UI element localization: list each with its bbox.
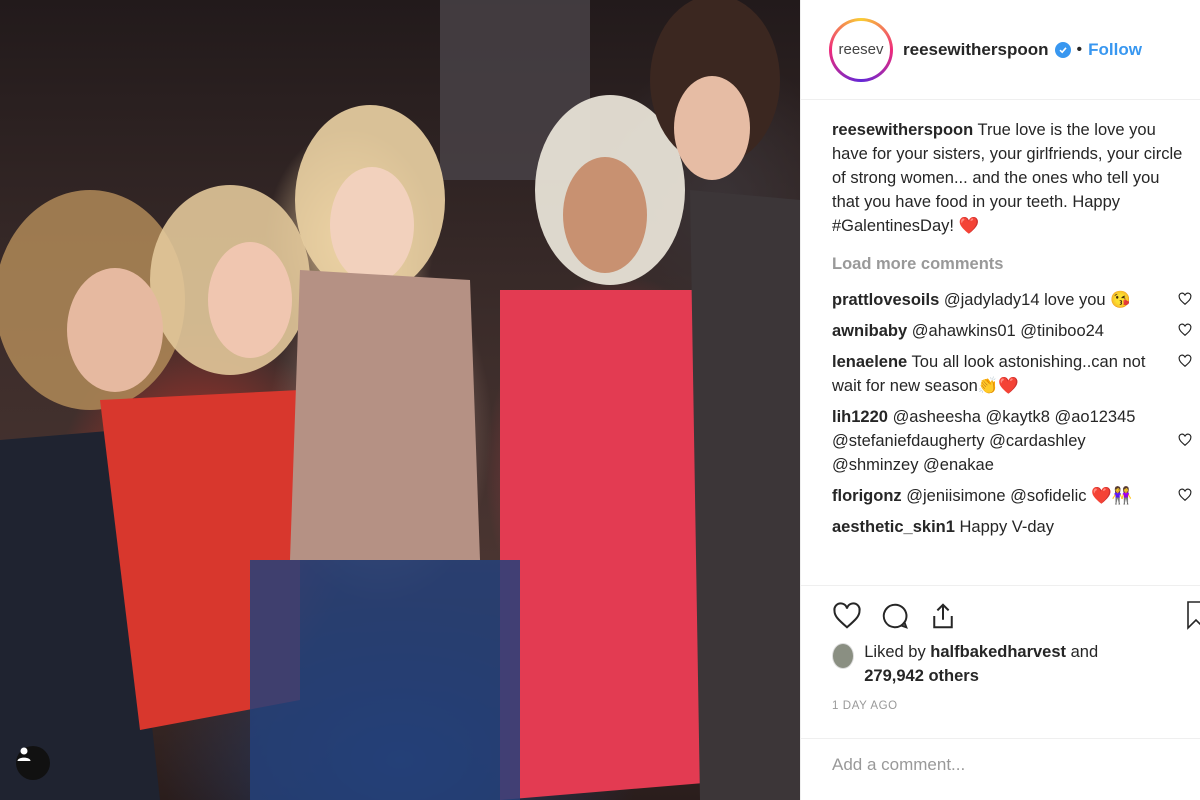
comment-username[interactable]: aesthetic_skin1 — [832, 518, 955, 536]
comment-text: @jadylady14 love you 😘 — [943, 291, 1131, 309]
avatar[interactable] — [832, 643, 855, 669]
comment-icon[interactable] — [880, 601, 910, 631]
comment-username[interactable]: lenaelene — [832, 353, 907, 371]
comment-text: @jeniisimone @sofidelic ❤️👭 — [906, 487, 1133, 505]
comments-list[interactable]: reesewitherspoon True love is the love y… — [832, 118, 1200, 583]
heart-icon[interactable] — [1178, 433, 1192, 447]
post-header: reesev reesewitherspoon • Follow — [801, 0, 1200, 100]
post-photo[interactable] — [0, 0, 800, 800]
header-username[interactable]: reesewitherspoon — [903, 40, 1049, 60]
action-bar — [800, 585, 1200, 645]
comment-text: Happy V-day — [959, 518, 1054, 536]
likes-count[interactable]: 279,942 others — [864, 667, 979, 685]
heart-icon[interactable] — [1178, 488, 1192, 502]
heart-icon[interactable] — [832, 601, 862, 631]
likes-user[interactable]: halfbakedharvest — [930, 643, 1066, 661]
tagged-people-button[interactable] — [16, 746, 50, 780]
list-item: prattlovesoils @jadylady14 love you 😘 — [832, 288, 1200, 312]
list-item: lenaelene Tou all look astonishing..can … — [832, 350, 1200, 398]
list-item: florigonz @jeniisimone @sofidelic ❤️👭 — [832, 484, 1200, 508]
likes-suffix: and — [1070, 643, 1099, 661]
photo-illustration — [0, 0, 800, 800]
comment-username[interactable]: florigonz — [832, 487, 902, 505]
load-more-comments-button[interactable]: Load more comments — [832, 252, 1200, 276]
comment-username[interactable]: awnibaby — [832, 322, 907, 340]
heart-icon[interactable] — [1178, 354, 1192, 368]
add-comment-input[interactable]: Add a comment... — [800, 738, 1200, 800]
follow-button[interactable]: Follow — [1088, 40, 1142, 60]
heart-icon[interactable] — [1178, 323, 1192, 337]
avatar-alt-text: reesev — [832, 20, 890, 79]
comment-username[interactable]: prattlovesoils — [832, 291, 939, 309]
user-icon — [17, 747, 31, 761]
share-icon[interactable] — [928, 601, 958, 631]
comment-text: @ahawkins01 @tiniboo24 — [911, 322, 1104, 340]
verified-badge-icon — [1054, 41, 1071, 58]
avatar[interactable]: reesev — [829, 17, 893, 82]
heart-icon[interactable] — [1178, 292, 1192, 306]
post-timestamp[interactable]: 1 DAY AGO — [832, 700, 898, 712]
likes-prefix: Liked by — [864, 643, 926, 661]
likes-summary: Liked by halfbakedharvest and 279,942 ot… — [832, 640, 1162, 688]
separator-dot: • — [1076, 40, 1083, 58]
comment-username[interactable]: lih1220 — [832, 408, 888, 426]
list-item: awnibaby @ahawkins01 @tiniboo24 — [832, 319, 1200, 343]
list-item: aesthetic_skin1 Happy V-day — [832, 515, 1200, 539]
caption-username[interactable]: reesewitherspoon — [832, 121, 973, 139]
list-item: lih1220 @asheesha @kaytk8 @ao12345 @stef… — [832, 405, 1200, 477]
post-caption: reesewitherspoon True love is the love y… — [832, 118, 1200, 238]
bookmark-icon[interactable] — [1186, 600, 1200, 630]
